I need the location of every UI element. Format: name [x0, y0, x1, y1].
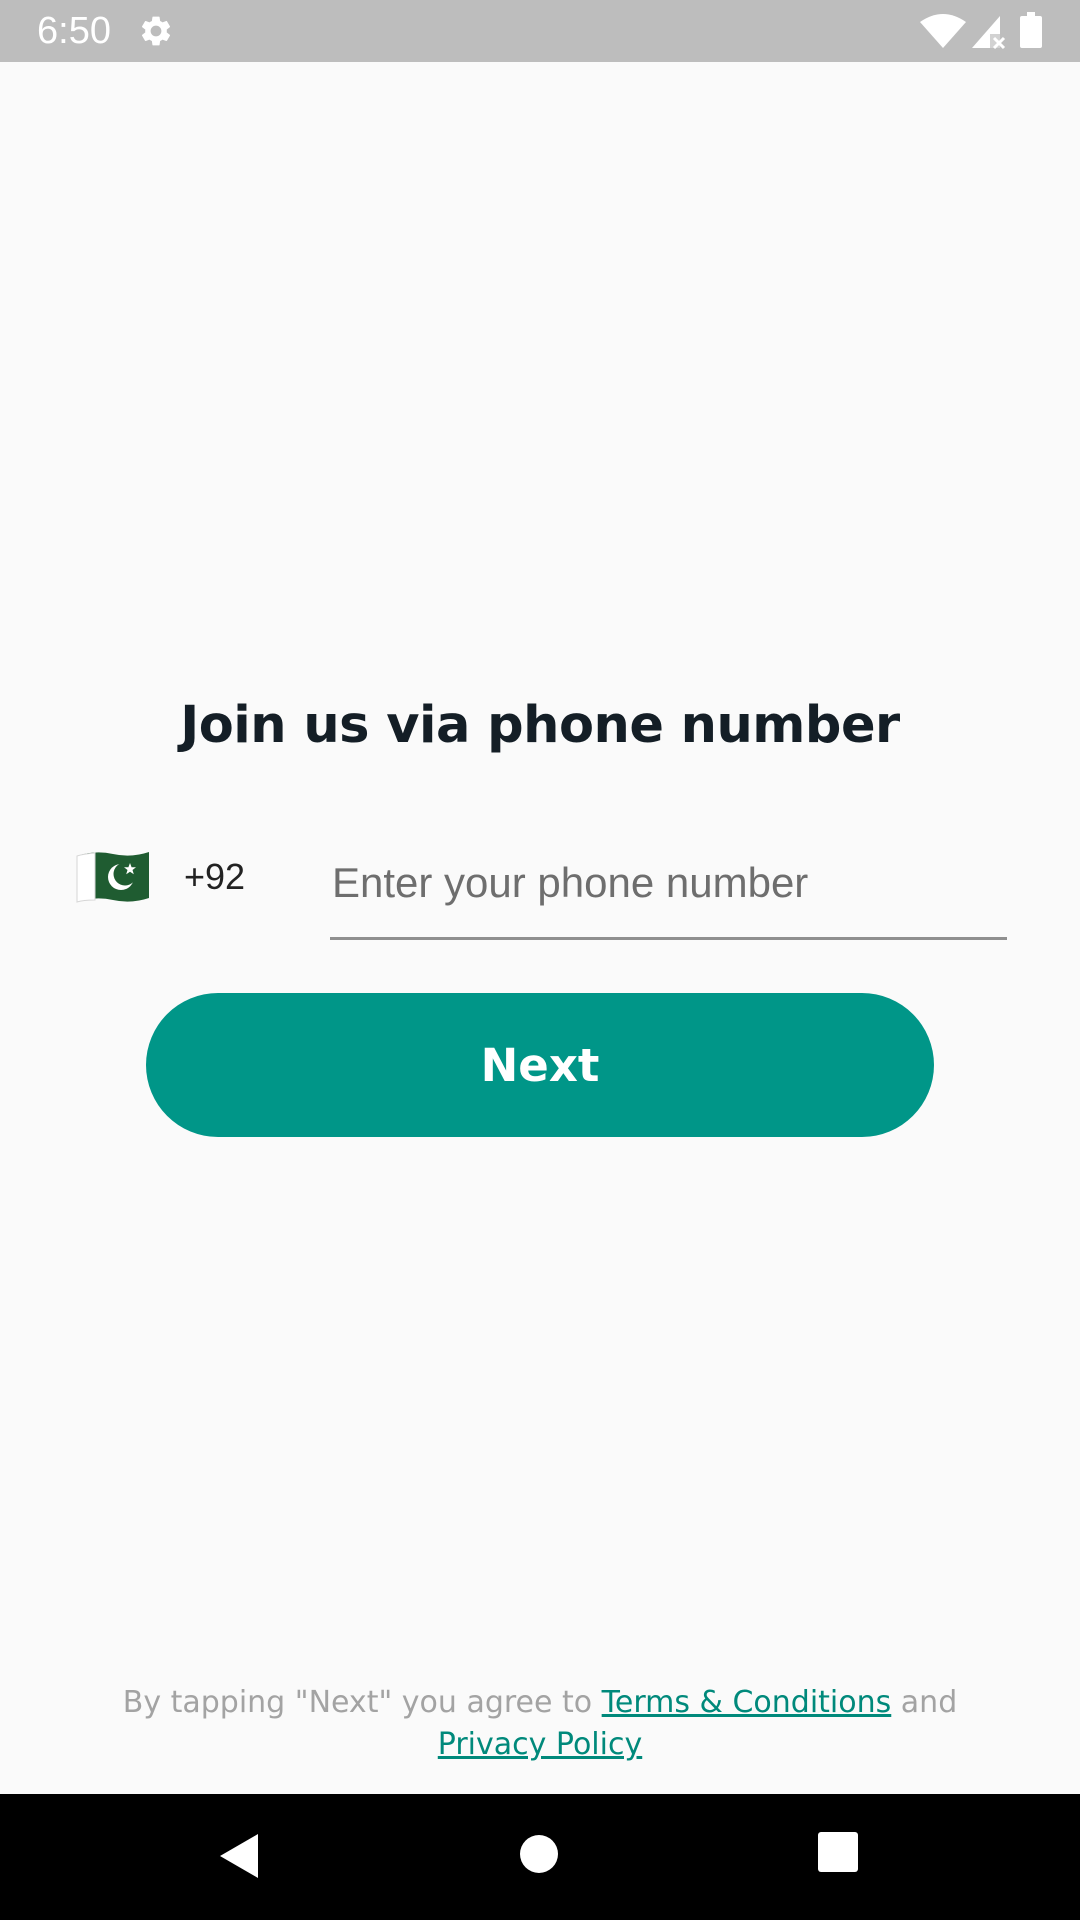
status-time: 6:50 — [37, 10, 111, 52]
phone-number-input[interactable] — [330, 846, 1007, 940]
home-icon[interactable] — [519, 1834, 559, 1874]
privacy-policy-link[interactable]: Privacy Policy — [438, 1727, 642, 1762]
signup-screen: 6:50 Join us via phone number +92 Next — [0, 0, 1080, 1920]
wifi-icon — [920, 14, 966, 48]
next-button[interactable]: Next — [146, 993, 934, 1137]
status-bar: 6:50 — [0, 0, 1080, 62]
settings-gear-icon — [141, 16, 171, 46]
recents-icon[interactable] — [817, 1831, 859, 1873]
terms-agreement: By tapping "Next" you agree to Terms & C… — [0, 1682, 1080, 1766]
page-title: Join us via phone number — [180, 696, 900, 755]
pakistan-flag-icon[interactable] — [75, 848, 151, 906]
battery-icon — [1020, 12, 1042, 48]
back-icon[interactable] — [218, 1832, 260, 1880]
country-dial-code[interactable]: +92 — [184, 856, 245, 898]
navigation-bar — [0, 1794, 1080, 1920]
terms-conditions-link[interactable]: Terms & Conditions — [602, 1685, 892, 1720]
agreement-prefix: By tapping "Next" you agree to — [122, 1685, 602, 1720]
phone-entry-row: +92 — [0, 840, 1080, 950]
cellular-signal-no-data-icon — [972, 16, 1006, 50]
agreement-middle: and — [891, 1685, 958, 1720]
